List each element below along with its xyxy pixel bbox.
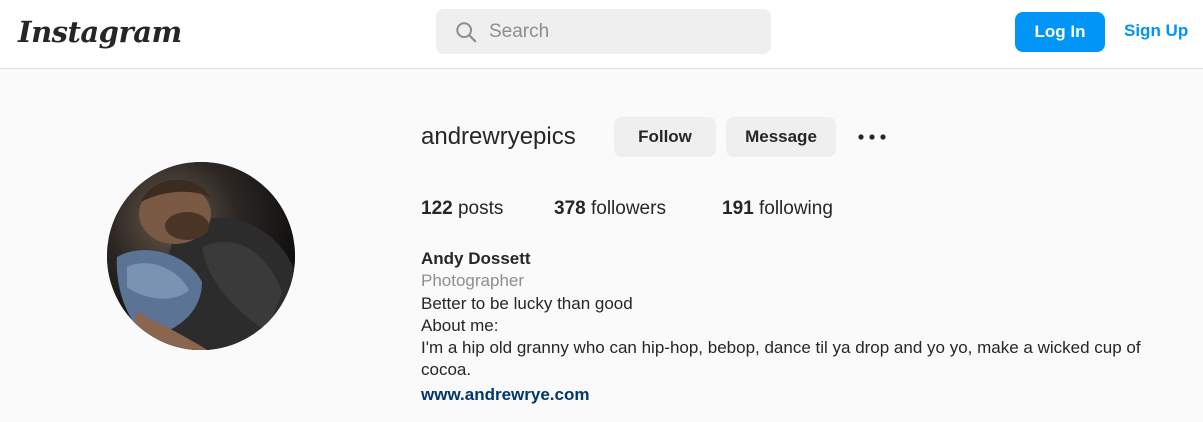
bio-line: I'm a hip old granny who can hip-hop, be… <box>421 338 1141 380</box>
profile-bio: Andy Dossett Photographer Better to be l… <box>421 248 1181 406</box>
log-in-button[interactable]: Log In <box>1015 12 1105 52</box>
profile-username: andrewryepics <box>421 123 576 150</box>
following-label: following <box>758 198 833 219</box>
bio-line: Better to be lucky than good <box>421 293 633 313</box>
search-input[interactable] <box>489 9 759 54</box>
following-count: 191 <box>722 198 754 219</box>
message-button[interactable]: Message <box>726 117 836 157</box>
more-options-icon[interactable] <box>856 126 888 148</box>
top-navigation-bar: Instagram Log In Sign Up <box>0 0 1203 69</box>
followers-stat[interactable]: 378 followers <box>554 197 666 221</box>
posts-count: 122 <box>421 198 453 219</box>
followers-count: 378 <box>554 198 586 219</box>
profile-category: Photographer <box>421 271 525 291</box>
profile-avatar[interactable] <box>107 162 295 350</box>
search-box[interactable] <box>436 9 771 54</box>
search-icon <box>456 22 477 43</box>
follow-button[interactable]: Follow <box>614 117 716 157</box>
posts-stat[interactable]: 122 posts <box>421 197 503 221</box>
followers-label: followers <box>590 198 666 219</box>
posts-label: posts <box>457 198 504 219</box>
sign-up-link[interactable]: Sign Up <box>1124 21 1188 41</box>
profile-website-link[interactable]: www.andrewrye.com <box>421 384 589 406</box>
profile-full-name: Andy Dossett <box>421 249 531 268</box>
avatar-photo <box>107 162 295 350</box>
following-stat[interactable]: 191 following <box>722 197 833 221</box>
bio-line: About me: <box>421 315 499 335</box>
instagram-logo[interactable]: Instagram <box>18 10 182 54</box>
